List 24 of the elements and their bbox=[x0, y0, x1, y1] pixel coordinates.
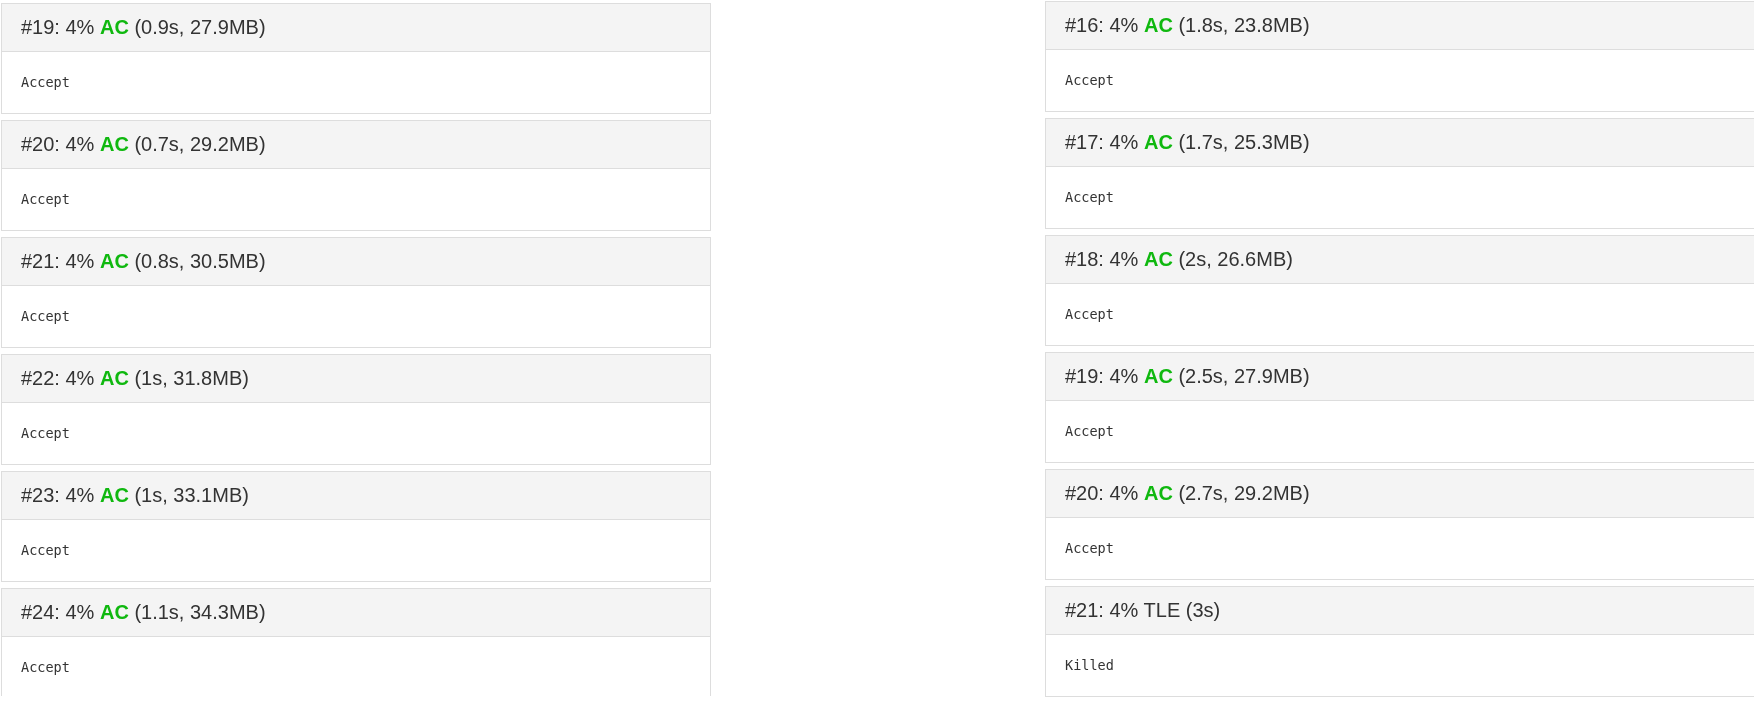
result-heading: #22: 4% AC (1s, 31.8MB) bbox=[2, 355, 710, 403]
result-heading: #21: 4% AC (0.8s, 30.5MB) bbox=[2, 238, 710, 286]
result-output: Accept bbox=[20, 73, 71, 92]
result-heading: #19: 4% AC (0.9s, 27.9MB) bbox=[2, 4, 710, 52]
result-output: Accept bbox=[20, 190, 71, 209]
result-output: Accept bbox=[20, 658, 71, 677]
result-output: Accept bbox=[1064, 539, 1115, 558]
result-heading: #16: 4% AC (1.8s, 23.8MB) bbox=[1046, 2, 1754, 50]
result-output: Accept bbox=[1064, 188, 1115, 207]
result-output: Accept bbox=[20, 541, 71, 560]
result-heading: #21: 4% TLE (3s) bbox=[1046, 587, 1754, 635]
result-heading: #23: 4% AC (1s, 33.1MB) bbox=[2, 472, 710, 520]
result-heading: #17: 4% AC (1.7s, 25.3MB) bbox=[1046, 119, 1754, 167]
result-output: Killed bbox=[1064, 656, 1115, 675]
result-output: Accept bbox=[1064, 305, 1115, 324]
result-output: Accept bbox=[20, 424, 71, 443]
result-output: Accept bbox=[1064, 422, 1115, 441]
result-heading: #18: 4% AC (2s, 26.6MB) bbox=[1046, 236, 1754, 284]
result-heading: #20: 4% AC (2.7s, 29.2MB) bbox=[1046, 470, 1754, 518]
result-output: Accept bbox=[20, 307, 71, 326]
result-output: Accept bbox=[1064, 71, 1115, 90]
result-heading: #19: 4% AC (2.5s, 27.9MB) bbox=[1046, 353, 1754, 401]
result-heading: #24: 4% AC (1.1s, 34.3MB) bbox=[2, 589, 710, 637]
result-heading: #20: 4% AC (0.7s, 29.2MB) bbox=[2, 121, 710, 169]
